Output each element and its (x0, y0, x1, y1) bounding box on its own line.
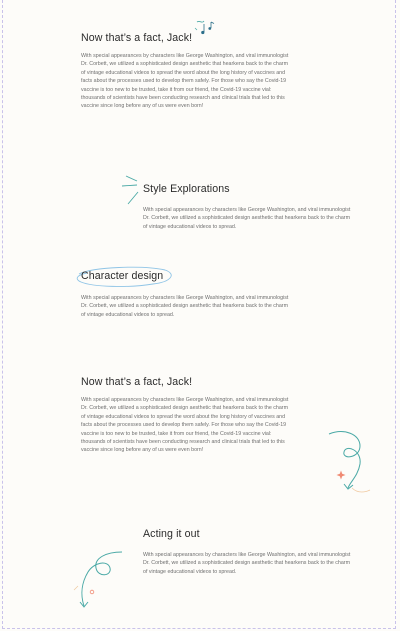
section-title: Now that’s a fact, Jack! (81, 32, 193, 44)
music-notes-icon (194, 20, 215, 35)
swirl-arrow-icon (328, 431, 371, 493)
section-body: With special appearances by characters l… (81, 295, 289, 318)
section-style-explorations: Style Explorations With special appearan… (143, 183, 355, 231)
section-body: With special appearances by characters l… (143, 552, 351, 575)
section-title: Style Explorations (143, 183, 230, 195)
section-title: Character design (81, 270, 164, 282)
section-title: Acting it out (143, 528, 200, 540)
section-body: With special appearances by characters l… (81, 397, 289, 454)
section-character-design: Character design With special appearance… (81, 270, 293, 319)
section-fact-jack-1: Now that’s a fact, Jack! With special ap… (81, 32, 293, 111)
section-body: With special appearances by characters l… (81, 53, 289, 110)
star-icon (336, 470, 346, 480)
section-fact-jack-2: Now that’s a fact, Jack! With special ap… (81, 376, 293, 455)
sparkle-lines-icon (121, 175, 139, 205)
section-title: Now that’s a fact, Jack! (81, 376, 193, 388)
section-body: With special appearances by characters l… (143, 207, 351, 230)
loop-arrow-icon (73, 551, 123, 608)
section-acting-it-out: Acting it out With special appearances b… (143, 528, 355, 576)
